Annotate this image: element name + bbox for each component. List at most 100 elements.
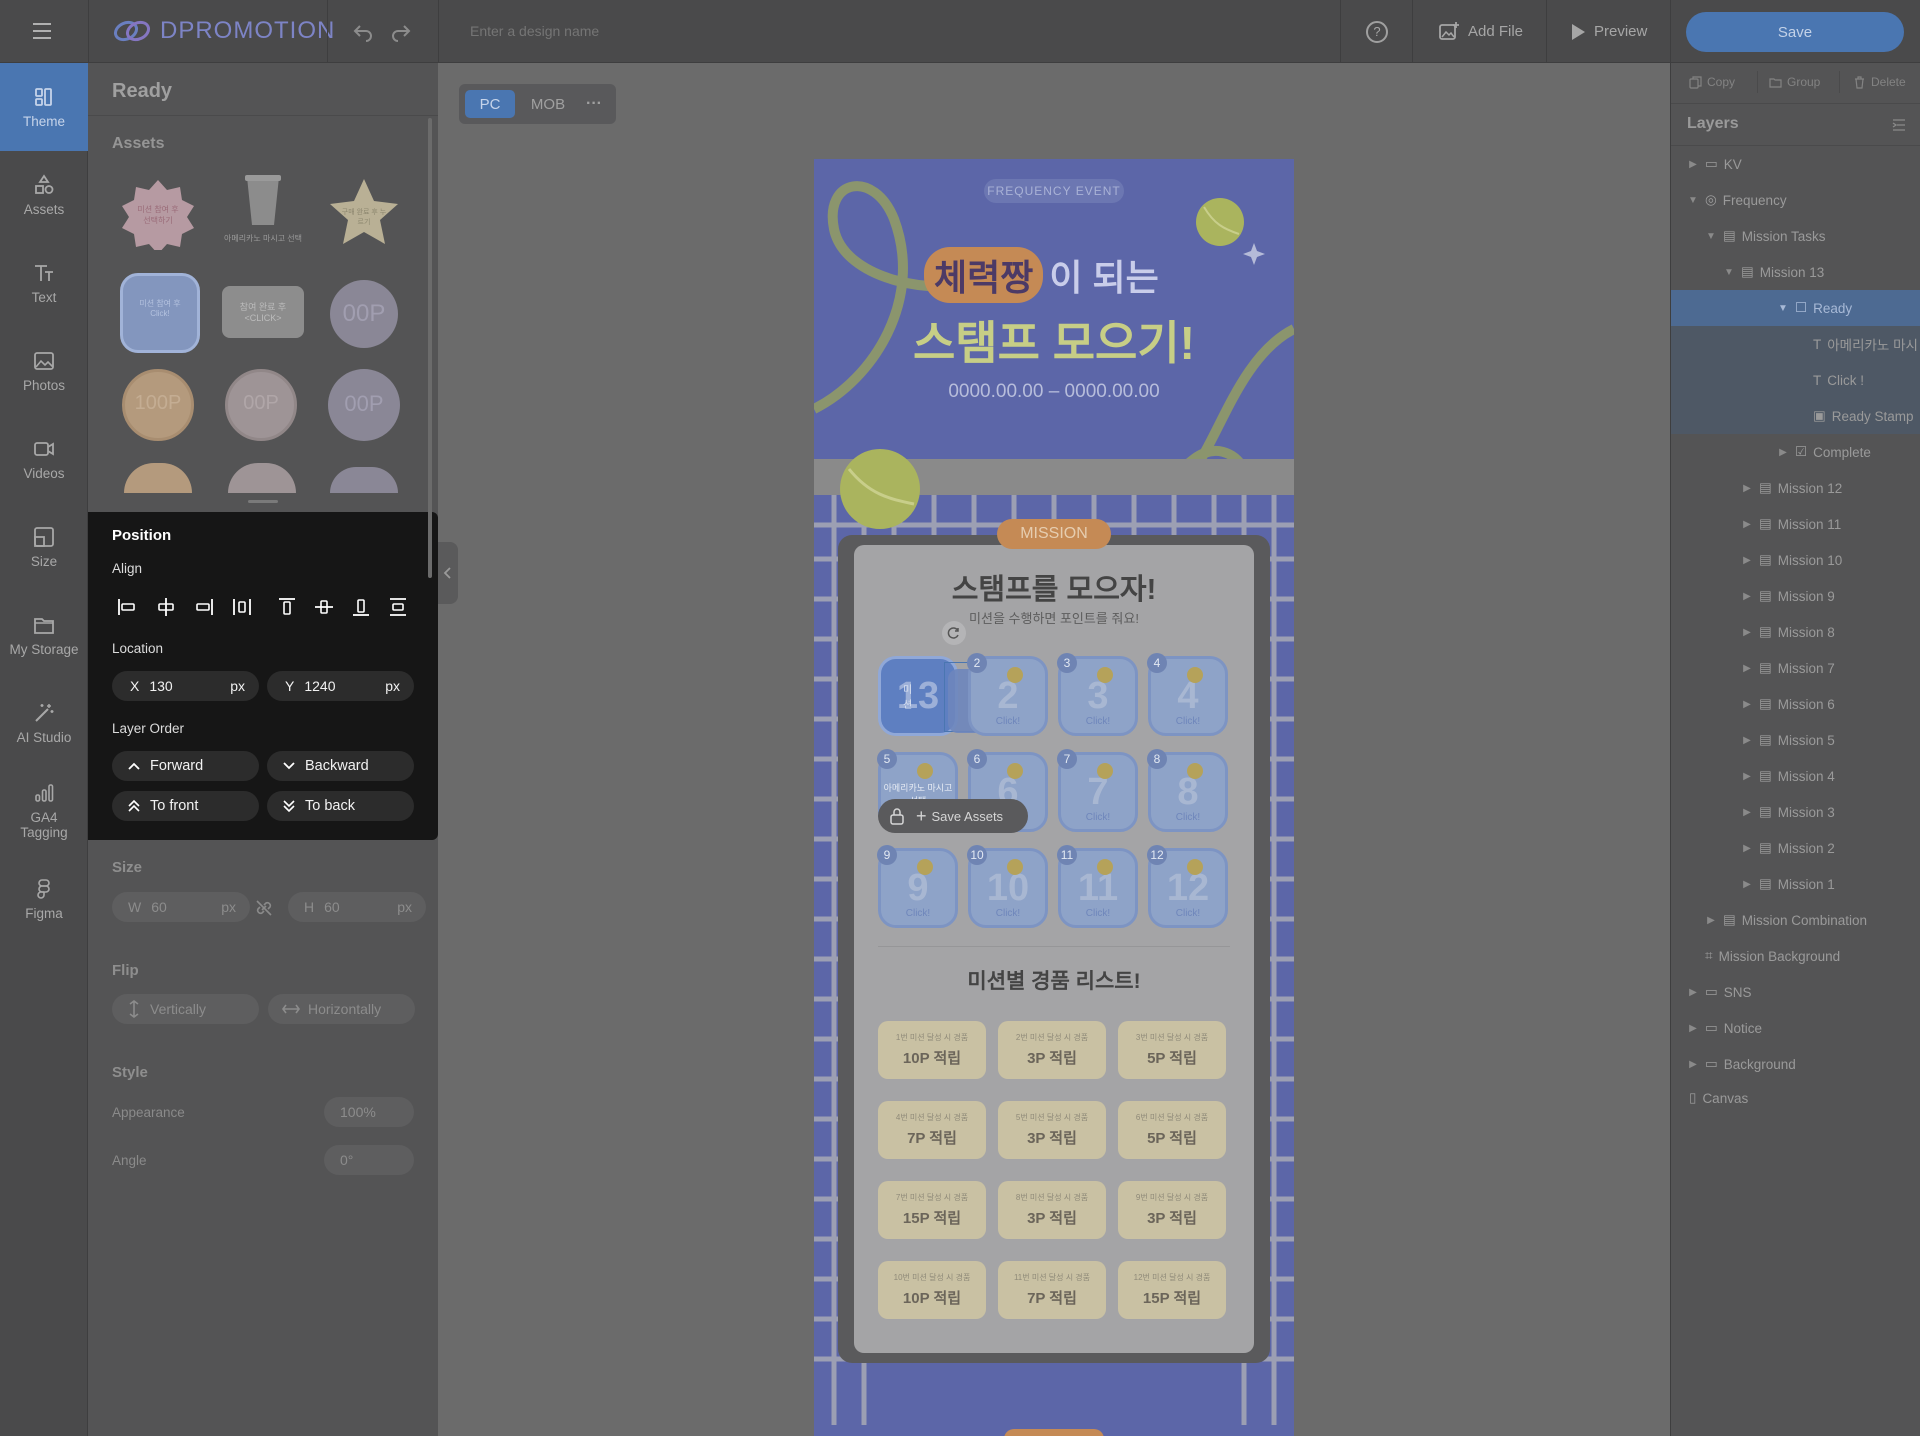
- asset-tile[interactable]: 00P: [225, 369, 297, 441]
- group-button[interactable]: Group: [1769, 75, 1820, 89]
- align-right-icon[interactable]: [192, 595, 216, 619]
- artboard[interactable]: FREQUENCY EVENT 체력짱 이 되는 스탬프 모으기! 0000.0…: [814, 159, 1294, 1436]
- asset-tile[interactable]: 아메리카노 마시고 선택: [223, 173, 303, 255]
- chevron-right-icon[interactable]: ▶: [1741, 663, 1753, 674]
- prize-card[interactable]: 1번 미션 달성 시 경품 10P 적립: [878, 1021, 986, 1079]
- mission-card-11[interactable]: 11 11 Click!: [1057, 845, 1138, 928]
- chevron-right-icon[interactable]: ▶: [1687, 1023, 1699, 1034]
- prize-card[interactable]: 2번 미션 달성 시 경품 3P 적립: [998, 1021, 1106, 1079]
- prize-card[interactable]: 8번 미션 달성 시 경품 3P 적립: [998, 1181, 1106, 1239]
- asset-tile[interactable]: 참여 완료 후 <CLICK>: [222, 286, 304, 338]
- chevron-down-icon[interactable]: ▼: [1723, 267, 1735, 278]
- layer-mission-3[interactable]: ▶ ▤ Mission 3: [1671, 794, 1920, 830]
- layer-sns[interactable]: ▶ ▭ SNS: [1671, 974, 1920, 1010]
- nav-item-size[interactable]: Size: [0, 503, 88, 591]
- distribute-horizontal-icon[interactable]: [230, 595, 254, 619]
- asset-tile[interactable]: 미션 참여 후 Click!: [120, 273, 200, 353]
- prize-card[interactable]: 12번 미션 달성 시 경품 15P 적립: [1118, 1261, 1226, 1319]
- resize-handle[interactable]: [248, 500, 278, 503]
- align-center-horizontal-icon[interactable]: [154, 595, 178, 619]
- flip-vertical-button[interactable]: Vertically: [112, 994, 259, 1024]
- to-back-button[interactable]: To back: [267, 791, 414, 821]
- layer-mission-combination[interactable]: ▶ ▤ Mission Combination: [1671, 902, 1920, 938]
- prize-card[interactable]: 4번 미션 달성 시 경품 7P 적립: [878, 1101, 986, 1159]
- collapse-layers-icon[interactable]: [1891, 117, 1907, 138]
- add-file-button[interactable]: Add File: [1438, 0, 1523, 63]
- undo-icon[interactable]: [352, 20, 374, 47]
- layer-mission-tasks[interactable]: ▼ ▤ Mission Tasks: [1671, 218, 1920, 254]
- nav-item-ai-studio[interactable]: AI Studio: [0, 679, 88, 767]
- left-panel-scrollbar[interactable]: [428, 118, 432, 578]
- tab-mob[interactable]: MOB: [523, 90, 573, 118]
- layer-mission-background[interactable]: ⌗ Mission Background: [1671, 938, 1920, 974]
- mission-card-7[interactable]: 7 7 Click!: [1057, 749, 1138, 832]
- prize-card[interactable]: 11번 미션 달성 시 경품 7P 적립: [998, 1261, 1106, 1319]
- asset-tile[interactable]: 구매 완료 후 누르기: [326, 175, 402, 251]
- layer-mission-6[interactable]: ▶ ▤ Mission 6: [1671, 686, 1920, 722]
- prize-card[interactable]: 10번 미션 달성 시 경품 10P 적립: [878, 1261, 986, 1319]
- save-assets-button[interactable]: + Save Assets: [916, 806, 1003, 827]
- save-button[interactable]: Save: [1686, 12, 1904, 52]
- chevron-right-icon[interactable]: ▶: [1741, 771, 1753, 782]
- chevron-right-icon[interactable]: ▶: [1741, 591, 1753, 602]
- chevron-right-icon[interactable]: ▶: [1741, 843, 1753, 854]
- layer-mission-4[interactable]: ▶ ▤ Mission 4: [1671, 758, 1920, 794]
- layer-mission-5[interactable]: ▶ ▤ Mission 5: [1671, 722, 1920, 758]
- layer-kv[interactable]: ▶ ▭ KV: [1671, 146, 1920, 182]
- flip-horizontal-button[interactable]: Horizontally: [268, 994, 415, 1024]
- x-field[interactable]: X 130 px: [112, 671, 259, 701]
- chevron-right-icon[interactable]: ▶: [1687, 1059, 1699, 1070]
- delete-button[interactable]: Delete: [1853, 75, 1906, 89]
- distribute-vertical-icon[interactable]: [386, 595, 410, 619]
- chevron-right-icon[interactable]: ▶: [1687, 987, 1699, 998]
- chevron-right-icon[interactable]: ▶: [1741, 555, 1753, 566]
- layer-complete[interactable]: ▶ ☑ Complete: [1671, 434, 1920, 470]
- nav-item-text[interactable]: Text: [0, 239, 88, 327]
- menu-icon[interactable]: [30, 20, 54, 42]
- asset-tile[interactable]: 미션 참여 후 선택하기: [122, 178, 194, 254]
- nav-item-videos[interactable]: Videos: [0, 415, 88, 503]
- layer-mission-13[interactable]: ▼ ▤ Mission 13: [1671, 254, 1920, 290]
- layer-ready-stamp[interactable]: ▣ Ready Stamp: [1671, 398, 1920, 434]
- align-middle-icon[interactable]: [312, 595, 336, 619]
- asset-tile[interactable]: 00P: [328, 369, 400, 441]
- backward-button[interactable]: Backward: [267, 751, 414, 781]
- layer-text-click[interactable]: T Click !: [1671, 362, 1920, 398]
- mission-card-9[interactable]: 9 9 Click!: [877, 845, 958, 928]
- lock-icon[interactable]: [888, 807, 906, 825]
- mission-card-8[interactable]: 8 8 Click!: [1147, 749, 1228, 832]
- nav-item-figma[interactable]: Figma: [0, 855, 88, 943]
- layer-mission-12[interactable]: ▶ ▤ Mission 12: [1671, 470, 1920, 506]
- asset-tile[interactable]: 100P: [122, 369, 194, 441]
- copy-button[interactable]: Copy: [1689, 75, 1735, 89]
- chevron-right-icon[interactable]: ▶: [1741, 519, 1753, 530]
- layer-notice[interactable]: ▶ ▭ Notice: [1671, 1010, 1920, 1046]
- chevron-down-icon[interactable]: ▼: [1687, 195, 1699, 206]
- mission-card-4[interactable]: 4 4 Click!: [1147, 653, 1228, 736]
- nav-item-ga4-tagging[interactable]: GA4 Tagging: [0, 767, 88, 855]
- tab-pc[interactable]: PC: [465, 90, 515, 118]
- y-field[interactable]: Y 1240 px: [267, 671, 414, 701]
- panel-collapse-handle[interactable]: [438, 542, 458, 604]
- asset-tile[interactable]: 00P: [328, 278, 400, 350]
- chevron-right-icon[interactable]: ▶: [1687, 159, 1699, 170]
- nav-item-assets[interactable]: Assets: [0, 151, 88, 239]
- chevron-right-icon[interactable]: ▶: [1741, 483, 1753, 494]
- to-front-button[interactable]: To front: [112, 791, 259, 821]
- preview-button[interactable]: Preview: [1570, 0, 1647, 63]
- layer-frequency[interactable]: ▼ ◎ Frequency: [1671, 182, 1920, 218]
- prize-card[interactable]: 6번 미션 달성 시 경품 5P 적립: [1118, 1101, 1226, 1159]
- chevron-right-icon[interactable]: ▶: [1741, 627, 1753, 638]
- layer-ready[interactable]: ▼ ☐ Ready: [1671, 290, 1920, 326]
- mission-card-2[interactable]: 2 2 Click!: [967, 653, 1048, 736]
- unlink-icon[interactable]: [254, 898, 274, 923]
- redo-icon[interactable]: [390, 20, 412, 47]
- rotate-icon[interactable]: [942, 621, 966, 645]
- angle-field[interactable]: 0°: [324, 1145, 414, 1175]
- width-field[interactable]: W 60 px: [112, 892, 250, 922]
- prize-card[interactable]: 3번 미션 달성 시 경품 5P 적립: [1118, 1021, 1226, 1079]
- nav-item-my-storage[interactable]: My Storage: [0, 591, 88, 679]
- layer-mission-7[interactable]: ▶ ▤ Mission 7: [1671, 650, 1920, 686]
- layer-mission-9[interactable]: ▶ ▤ Mission 9: [1671, 578, 1920, 614]
- chevron-down-icon[interactable]: ▼: [1777, 303, 1789, 314]
